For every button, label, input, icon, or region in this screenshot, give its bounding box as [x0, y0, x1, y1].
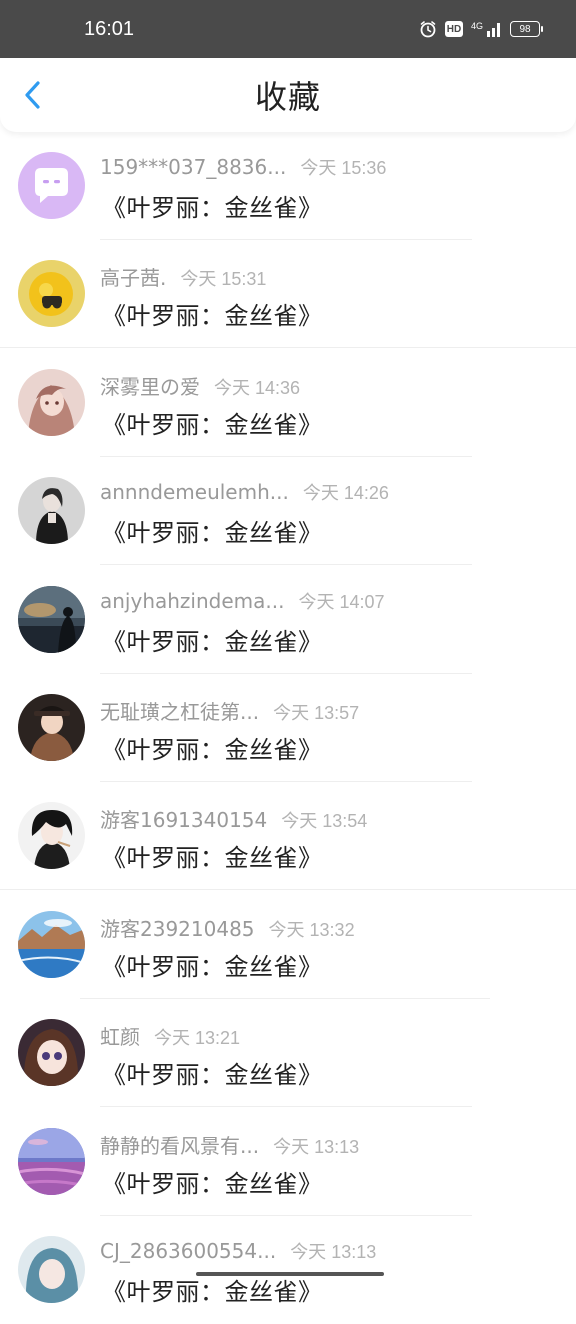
list-item[interactable]: 无耻璜之杠徒第... 今天 13:57 《叶罗丽：金丝雀》 [0, 674, 576, 782]
timestamp: 今天 13:21 [154, 1028, 241, 1049]
book-title: 《叶罗丽：金丝雀》 [102, 1169, 323, 1198]
list-item[interactable]: 159***037_8836... 今天 15:36 《叶罗丽：金丝雀》 [0, 132, 576, 240]
book-title: 《叶罗丽：金丝雀》 [102, 844, 323, 873]
list-item[interactable]: 游客1691340154 今天 13:54 《叶罗丽：金丝雀》 [0, 782, 576, 891]
status-bar: 16:01 HD 4G 98 [0, 0, 576, 58]
timestamp: 今天 13:13 [273, 1136, 360, 1157]
alarm-icon [420, 21, 436, 38]
item-meta: 虹颜 今天 13:21 [100, 1021, 240, 1050]
avatar[interactable] [18, 1019, 85, 1087]
list-item[interactable]: annndemeulemh... 今天 14:26 《叶罗丽：金丝雀》 [0, 457, 576, 566]
book-title: 《叶罗丽：金丝雀》 [102, 302, 323, 331]
timestamp: 今天 13:13 [290, 1241, 377, 1262]
avatar[interactable] [18, 802, 85, 870]
item-meta: 游客239210485 今天 13:32 [100, 913, 355, 942]
avatar[interactable] [18, 585, 85, 653]
chevron-left-icon [25, 81, 40, 109]
book-title: 《叶罗丽：金丝雀》 [102, 194, 323, 222]
timestamp: 今天 13:57 [273, 702, 360, 723]
item-meta: CJ_2863600554... 今天 13:13 [100, 1238, 376, 1264]
username: annndemeulemh... [100, 480, 289, 505]
username: 159***037_8836... [100, 155, 287, 179]
book-title: 《叶罗丽：金丝雀》 [102, 627, 323, 656]
username: 高子茜. [100, 266, 167, 291]
username: 游客1691340154 [100, 808, 268, 833]
hd-icon: HD [444, 21, 463, 37]
list-item[interactable]: anjyhahzindema... 今天 14:07 《叶罗丽：金丝雀》 [0, 566, 576, 674]
item-meta: 无耻璜之杠徒第... 今天 13:57 [100, 696, 359, 725]
username: 深雾里の爱 [100, 374, 200, 399]
timestamp: 今天 15:36 [300, 158, 387, 178]
list-item[interactable]: 静静的看风景有... 今天 13:13 《叶罗丽：金丝雀》 [0, 1108, 576, 1216]
book-title: 《叶罗丽：金丝雀》 [102, 410, 323, 439]
list-item[interactable]: 虹颜 今天 13:21 《叶罗丽：金丝雀》 [0, 999, 576, 1108]
list-item[interactable]: CJ_2863600554... 今天 13:13 《叶罗丽：金丝雀》 [0, 1216, 576, 1324]
item-meta: annndemeulemh... 今天 14:26 [100, 479, 389, 505]
timestamp: 今天 13:32 [268, 919, 355, 940]
avatar[interactable] [18, 1235, 85, 1303]
username: 游客239210485 [100, 916, 255, 941]
username: 虹颜 [100, 1025, 140, 1050]
favorites-list: 159***037_8836... 今天 15:36 《叶罗丽：金丝雀》 高子茜… [0, 132, 576, 1324]
list-item[interactable]: 深雾里の爱 今天 14:36 《叶罗丽：金丝雀》 [0, 349, 576, 457]
page-title: 收藏 [254, 78, 321, 116]
book-title: 《叶罗丽：金丝雀》 [102, 1277, 323, 1306]
book-title: 《叶罗丽：金丝雀》 [102, 735, 323, 764]
battery-level: 98 [519, 23, 531, 35]
timestamp: 今天 14:07 [298, 591, 385, 612]
book-title: 《叶罗丽：金丝雀》 [102, 1061, 323, 1090]
username: anjyhahzindema... [100, 588, 285, 613]
home-indicator[interactable] [196, 1272, 384, 1276]
avatar[interactable] [18, 368, 85, 436]
header: 收藏 [0, 58, 576, 132]
list-item[interactable]: 高子茜. 今天 15:31 《叶罗丽：金丝雀》 [0, 240, 576, 349]
signal-icon: 4G [471, 21, 502, 37]
status-time: 16:01 [84, 17, 135, 40]
username: 静静的看风景有... [100, 1133, 260, 1158]
avatar[interactable] [18, 1127, 85, 1195]
network-type: 4G [470, 21, 483, 31]
book-title: 《叶罗丽：金丝雀》 [102, 519, 323, 548]
timestamp: 今天 13:54 [281, 811, 368, 832]
item-meta: 静静的看风景有... 今天 13:13 [100, 1130, 359, 1159]
timestamp: 今天 14:26 [302, 483, 389, 504]
avatar[interactable] [18, 910, 85, 978]
item-meta: 159***037_8836... 今天 15:36 [100, 154, 386, 180]
avatar[interactable] [18, 693, 85, 761]
timestamp: 今天 14:36 [214, 377, 301, 398]
battery-icon: 98 [510, 21, 543, 37]
timestamp: 今天 15:31 [180, 269, 267, 290]
item-meta: 深雾里の爱 今天 14:36 [100, 371, 300, 400]
book-title: 《叶罗丽：金丝雀》 [102, 952, 323, 981]
item-meta: 游客1691340154 今天 13:54 [100, 804, 367, 833]
back-button[interactable] [16, 78, 50, 112]
username: 无耻璜之杠徒第... [100, 699, 260, 724]
avatar[interactable] [18, 477, 85, 545]
list-item[interactable]: 游客239210485 今天 13:32 《叶罗丽：金丝雀》 [0, 891, 576, 999]
avatar[interactable] [18, 152, 85, 219]
item-meta: 高子茜. 今天 15:31 [100, 262, 266, 291]
item-meta: anjyhahzindema... 今天 14:07 [100, 588, 385, 614]
status-icons: HD 4G 98 [419, 20, 543, 38]
username: CJ_2863600554... [100, 1238, 277, 1263]
avatar[interactable] [18, 260, 85, 328]
